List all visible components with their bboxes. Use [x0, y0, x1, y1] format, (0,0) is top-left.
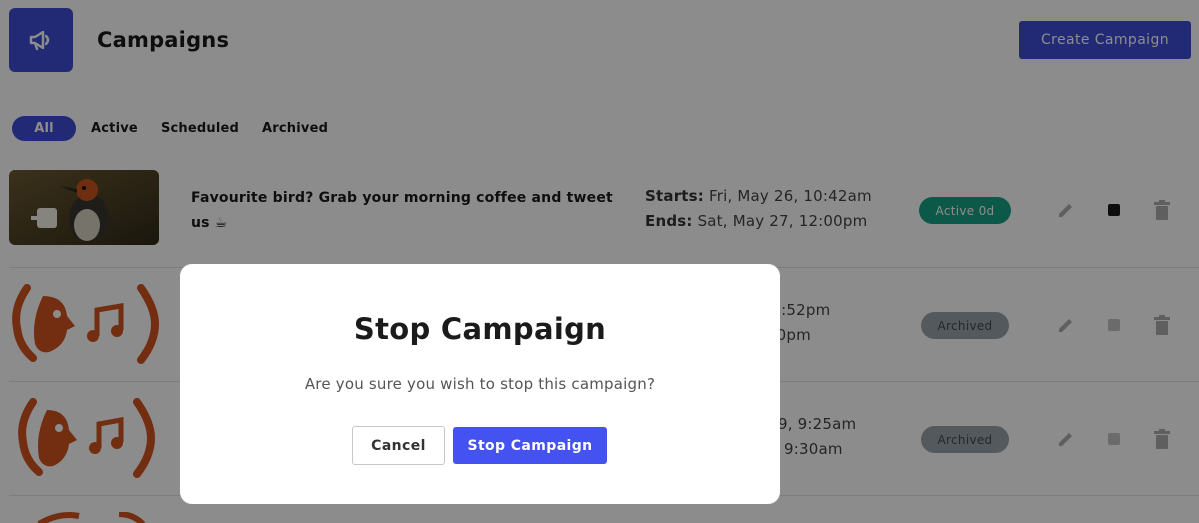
dialog-message: Are you sure you wish to stop this campa… [304, 375, 656, 393]
campaigns-page: Campaigns Create Campaign All Active Sch… [0, 0, 1199, 523]
cancel-button[interactable]: Cancel [352, 426, 445, 465]
stop-campaign-dialog: Stop Campaign Are you sure you wish to s… [180, 264, 780, 504]
dialog-title: Stop Campaign [353, 312, 607, 346]
stop-campaign-button[interactable]: Stop Campaign [453, 427, 607, 464]
